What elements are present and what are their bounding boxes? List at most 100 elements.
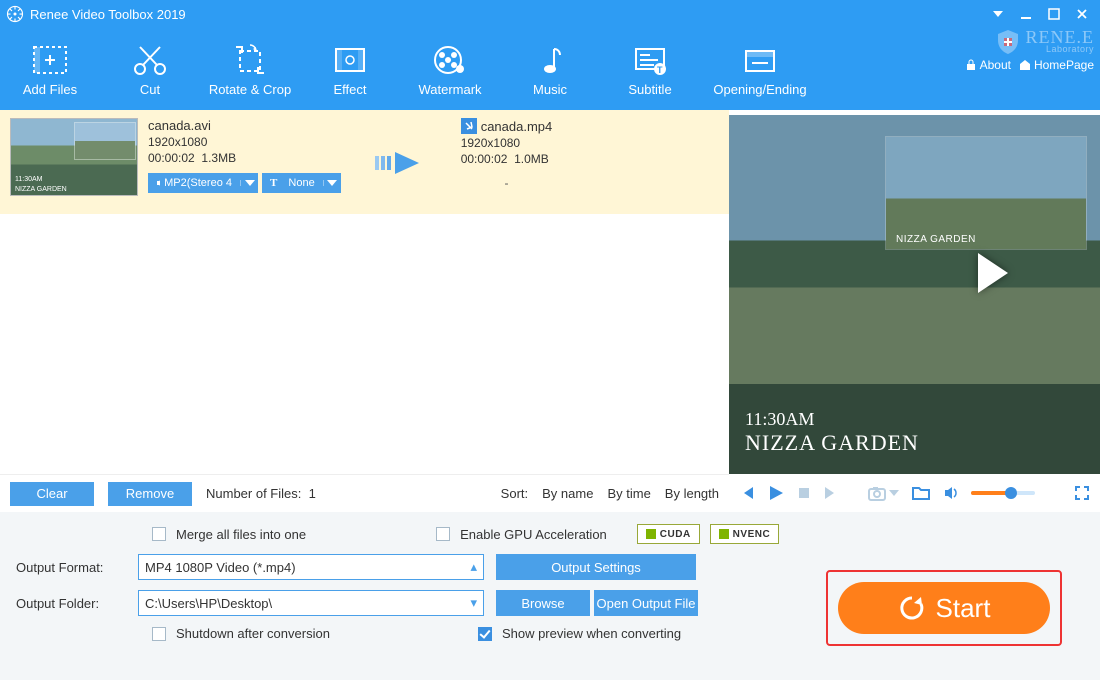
main-toolbar: ▾ Add Files Cut Rotate & Crop Effect Wat… xyxy=(0,28,1100,110)
main-area: 11:30AM NIZZA GARDEN canada.avi 1920x108… xyxy=(0,110,1100,512)
merge-label: Merge all files into one xyxy=(176,527,306,542)
sort-group: Sort: By name By time By length xyxy=(501,486,719,501)
clear-button[interactable]: Clear xyxy=(10,482,94,506)
tool-music[interactable]: Music xyxy=(500,28,600,110)
app-icon xyxy=(6,5,24,23)
output-folder-value: C:\Users\HP\Desktop\ xyxy=(145,596,272,611)
output-resolution: 1920x1080 xyxy=(461,136,553,150)
homepage-link[interactable]: HomePage xyxy=(1019,58,1094,72)
output-folder-combo[interactable]: C:\Users\HP\Desktop\ ▾ xyxy=(138,590,484,616)
audio-track-dropdown[interactable]: MP2(Stereo 4 xyxy=(148,173,258,193)
tool-label: Subtitle xyxy=(628,82,671,97)
fullscreen-button[interactable] xyxy=(1074,485,1090,501)
tool-label: Music xyxy=(533,82,567,97)
titlebar: Renee Video Toolbox 2019 xyxy=(0,0,1100,28)
list-footer: Clear Remove Number of Files: 1 Sort: By… xyxy=(0,474,729,512)
stop-button[interactable] xyxy=(797,486,811,500)
snapshot-button[interactable] xyxy=(867,485,899,501)
sort-label: Sort: xyxy=(501,486,528,501)
tool-label: Cut xyxy=(140,82,160,97)
window-options-button[interactable] xyxy=(986,4,1010,24)
about-link[interactable]: About xyxy=(965,58,1011,72)
tool-label: Watermark xyxy=(418,82,481,97)
output-meta: canada.mp4 1920x1080 00:00:02 1.0MB - xyxy=(461,118,553,208)
pip-label: NIZZA GARDEN xyxy=(896,234,976,245)
tool-subtitle[interactable]: T Subtitle xyxy=(600,28,700,110)
source-dur-size: 00:00:02 1.3MB xyxy=(148,151,341,165)
open-output-file-button[interactable]: Open Output File xyxy=(594,590,698,616)
sort-by-length[interactable]: By length xyxy=(665,486,719,501)
source-filename: canada.avi xyxy=(148,118,341,133)
brand-block: RENE.E Laboratory About HomePage xyxy=(965,28,1094,72)
subtitle-track-dropdown[interactable]: T None xyxy=(262,173,341,193)
close-button[interactable] xyxy=(1070,4,1094,24)
output-folder-label: Output Folder: xyxy=(16,596,126,611)
shutdown-checkbox[interactable] xyxy=(152,627,166,641)
browse-button[interactable]: Browse xyxy=(496,590,590,616)
mp4-format-icon xyxy=(461,118,477,134)
refresh-icon xyxy=(898,594,926,622)
speaker-icon xyxy=(156,178,160,188)
show-preview-label: Show preview when converting xyxy=(502,626,681,641)
effect-icon xyxy=(330,42,370,78)
player-controls xyxy=(729,474,1100,512)
tool-label: Add Files xyxy=(23,82,77,97)
output-dur-size: 00:00:02 1.0MB xyxy=(461,152,553,166)
svg-text:T: T xyxy=(657,65,663,75)
source-meta: canada.avi 1920x1080 00:00:02 1.3MB MP2(… xyxy=(148,118,341,208)
play-overlay-icon[interactable] xyxy=(978,253,1008,293)
volume-slider[interactable] xyxy=(971,491,1035,495)
tool-opening-ending[interactable]: Opening/Ending xyxy=(700,28,820,110)
video-preview[interactable]: NIZZA GARDEN 11:30AM NIZZA GARDEN xyxy=(729,115,1100,474)
output-placeholder: - xyxy=(461,176,553,190)
tool-rotate-crop[interactable]: Rotate & Crop xyxy=(200,28,300,110)
minimize-button[interactable] xyxy=(1014,4,1038,24)
tool-add-files[interactable]: ▾ Add Files xyxy=(0,28,100,110)
tool-label: Rotate & Crop xyxy=(209,82,291,97)
file-list-empty-area[interactable] xyxy=(0,214,729,474)
next-button[interactable] xyxy=(823,485,839,501)
chevron-down-icon[interactable] xyxy=(240,180,258,186)
maximize-button[interactable] xyxy=(1042,4,1066,24)
chevron-down-icon[interactable] xyxy=(323,180,341,186)
tool-watermark[interactable]: Watermark xyxy=(400,28,500,110)
open-folder-button[interactable] xyxy=(911,485,931,501)
thumb-time: 11:30AM xyxy=(15,176,43,183)
music-icon xyxy=(530,42,570,78)
opening-ending-icon xyxy=(740,42,780,78)
file-row[interactable]: 11:30AM NIZZA GARDEN canada.avi 1920x108… xyxy=(0,110,729,214)
output-settings-button[interactable]: Output Settings xyxy=(496,554,696,580)
brand-name: RENE.E xyxy=(1026,30,1095,44)
play-button[interactable] xyxy=(767,484,785,502)
file-list-panel: 11:30AM NIZZA GARDEN canada.avi 1920x108… xyxy=(0,110,729,512)
tool-cut[interactable]: Cut xyxy=(100,28,200,110)
homepage-label: HomePage xyxy=(1034,58,1094,72)
add-files-icon: ▾ xyxy=(28,42,72,78)
tool-effect[interactable]: Effect xyxy=(300,28,400,110)
remove-button[interactable]: Remove xyxy=(108,482,192,506)
output-format-combo[interactable]: MP4 1080P Video (*.mp4) ▴ xyxy=(138,554,484,580)
shutdown-label: Shutdown after conversion xyxy=(176,626,330,641)
start-button[interactable]: Start xyxy=(838,582,1050,634)
sort-by-time[interactable]: By time xyxy=(607,486,650,501)
gpu-label: Enable GPU Acceleration xyxy=(460,527,607,542)
volume-button[interactable] xyxy=(943,485,959,501)
file-count: Number of Files: 1 xyxy=(206,486,316,501)
tool-label: Opening/Ending xyxy=(713,82,806,97)
start-label: Start xyxy=(936,593,991,624)
home-icon xyxy=(1019,59,1031,71)
cuda-badge: CUDA xyxy=(637,524,700,544)
output-format-label: Output Format: xyxy=(16,560,126,575)
gpu-checkbox[interactable] xyxy=(436,527,450,541)
show-preview-checkbox[interactable] xyxy=(478,627,492,641)
nvidia-icon xyxy=(646,529,656,539)
start-highlight: Start xyxy=(826,570,1062,646)
merge-checkbox[interactable] xyxy=(152,527,166,541)
sort-by-name[interactable]: By name xyxy=(542,486,593,501)
rotate-crop-icon xyxy=(230,42,270,78)
cut-icon xyxy=(130,42,170,78)
prev-button[interactable] xyxy=(739,485,755,501)
source-thumbnail: 11:30AM NIZZA GARDEN xyxy=(10,118,138,196)
tool-label: Effect xyxy=(333,82,366,97)
nvidia-icon xyxy=(719,529,729,539)
